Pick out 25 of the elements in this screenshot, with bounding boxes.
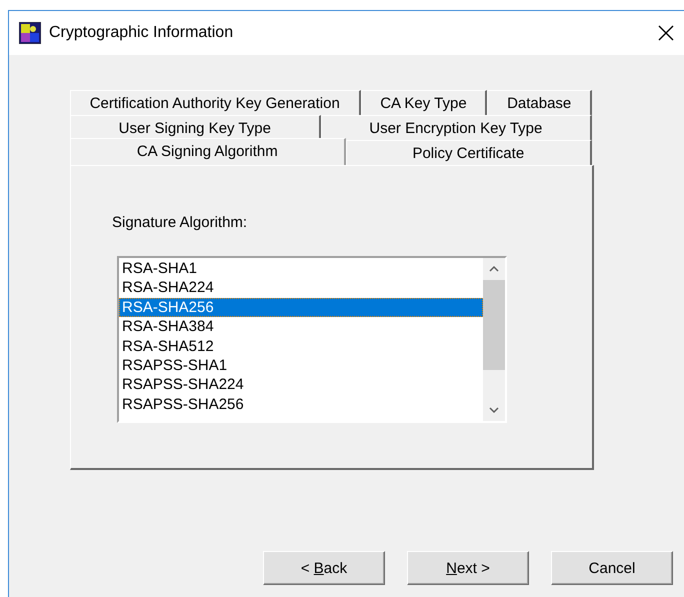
window-title: Cryptographic Information [49,24,234,42]
tab[interactable]: CA Key Type [360,90,488,115]
algorithm-list[interactable]: RSA-SHA1 RSA-SHA224 RSA-SHA256 RSA-SHA384 RSA-SHA512 RSAPSS-SHA1 RSAPSS-SHA224 RSAPSS-SHA256 [117,256,507,423]
dialog-button[interactable]: < Back [263,551,385,585]
list-item[interactable]: RSAPSS-SHA1 [119,356,483,376]
tab[interactable]: User Signing Key Type [70,115,321,140]
list-item[interactable]: RSA-SHA384 [119,317,483,337]
tab[interactable]: Database [487,90,592,115]
list-item[interactable]: RSAPSS-SHA256 [119,394,483,414]
dialog-button[interactable]: Next > [407,551,529,585]
list-item[interactable]: RSA-SHA1 [119,259,483,278]
tab[interactable]: Policy Certificate [346,140,592,165]
scrollbar[interactable] [483,258,505,421]
list-item[interactable]: RSA-SHA224 [119,278,483,298]
tab[interactable]: Certification Authority Key Generation [70,90,361,115]
tab[interactable]: User Encryption Key Type [320,115,592,140]
list-item[interactable]: RSAPSS-SHA224 [119,375,483,395]
app-icon [19,22,41,44]
close-icon[interactable] [658,25,674,41]
field-label: Signature Algorithm: [112,214,248,231]
dialog-button[interactable]: Cancel [551,551,673,585]
tab[interactable]: CA Signing Algorithm [70,138,346,165]
scroll-thumb[interactable] [483,280,505,370]
list-item[interactable]: RSA-SHA512 [119,336,483,356]
list-item[interactable]: RSA-SHA256 [119,298,483,318]
